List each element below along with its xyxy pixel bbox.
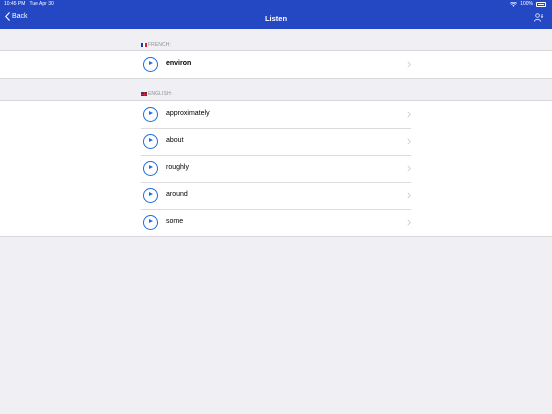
chevron-right-icon xyxy=(407,192,411,199)
play-icon[interactable] xyxy=(143,56,158,72)
status-time-date: 10:45 PM Tue Apr 30 xyxy=(4,0,54,8)
list-item[interactable]: some xyxy=(0,209,552,236)
list-item[interactable]: around xyxy=(0,182,552,209)
english-section-header: ENGLISH: xyxy=(141,91,172,97)
wifi-icon xyxy=(510,1,518,7)
play-icon[interactable] xyxy=(143,106,158,122)
list-item[interactable]: roughly xyxy=(0,155,552,182)
chevron-right-icon xyxy=(407,165,411,172)
word-label: around xyxy=(166,191,188,198)
list-item[interactable]: about xyxy=(0,128,552,155)
uk-flag-icon xyxy=(141,92,147,96)
french-section-header: FRENCH: xyxy=(141,42,171,48)
battery-percent: 100% xyxy=(520,1,533,7)
play-icon[interactable] xyxy=(143,133,158,149)
chevron-right-icon xyxy=(407,138,411,145)
play-icon[interactable] xyxy=(143,187,158,203)
status-bar: 10:45 PM Tue Apr 30 100% xyxy=(0,0,552,8)
french-flag-icon xyxy=(141,43,147,47)
word-label: about xyxy=(166,137,184,144)
word-label: roughly xyxy=(166,164,189,171)
user-settings-icon[interactable] xyxy=(534,13,544,22)
list-item[interactable]: environ xyxy=(0,51,552,78)
page-title: Listen xyxy=(264,14,288,23)
chevron-right-icon xyxy=(407,61,411,68)
battery-icon xyxy=(536,2,546,7)
chevron-right-icon xyxy=(407,219,411,226)
status-time: 10:45 PM xyxy=(4,1,26,7)
list-item[interactable]: approximately xyxy=(0,101,552,128)
word-label: environ xyxy=(166,60,192,67)
english-header-label: ENGLISH: xyxy=(148,91,173,97)
play-icon[interactable] xyxy=(143,214,158,230)
status-date: Tue Apr 30 xyxy=(29,1,54,7)
word-label: some xyxy=(166,218,184,225)
play-icon[interactable] xyxy=(143,160,158,176)
french-header-label: FRENCH: xyxy=(148,42,171,48)
status-right: 100% xyxy=(510,0,546,8)
chevron-right-icon xyxy=(407,111,411,118)
navigation-bar: Back Listen xyxy=(0,8,552,29)
word-label: approximately xyxy=(166,110,210,117)
top-bar: 10:45 PM Tue Apr 30 100% Back Listen xyxy=(0,0,552,29)
french-list: environ xyxy=(0,50,552,79)
english-list: approximately about roughly around some xyxy=(0,100,552,237)
